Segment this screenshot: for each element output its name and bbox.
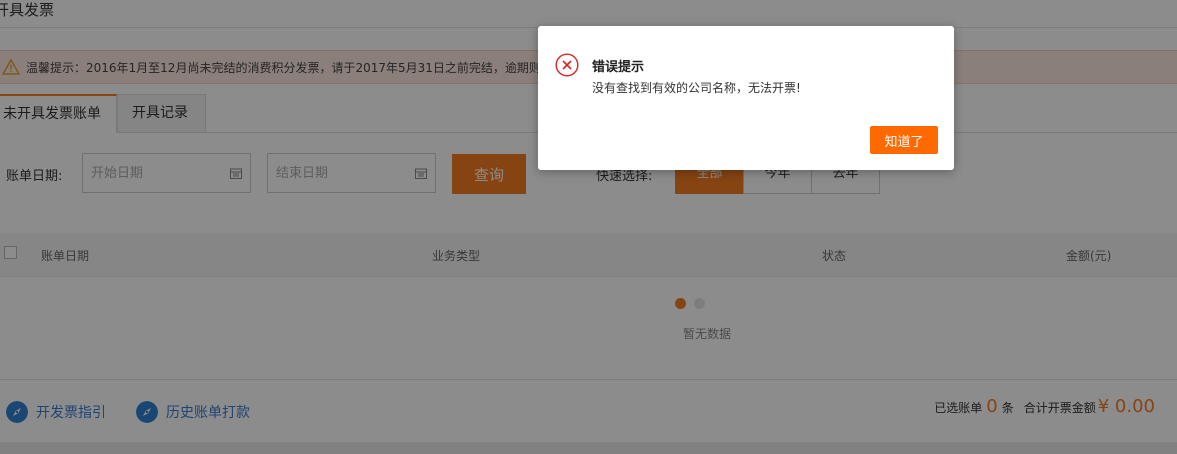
error-icon bbox=[555, 53, 579, 77]
error-dialog: 错误提示 没有查找到有效的公司名称，无法开票! 知道了 bbox=[538, 26, 954, 170]
got-it-button[interactable]: 知道了 bbox=[870, 126, 938, 154]
dialog-title: 错误提示 bbox=[592, 60, 645, 75]
dialog-message: 没有查找到有效的公司名称，无法开票! bbox=[592, 81, 801, 95]
